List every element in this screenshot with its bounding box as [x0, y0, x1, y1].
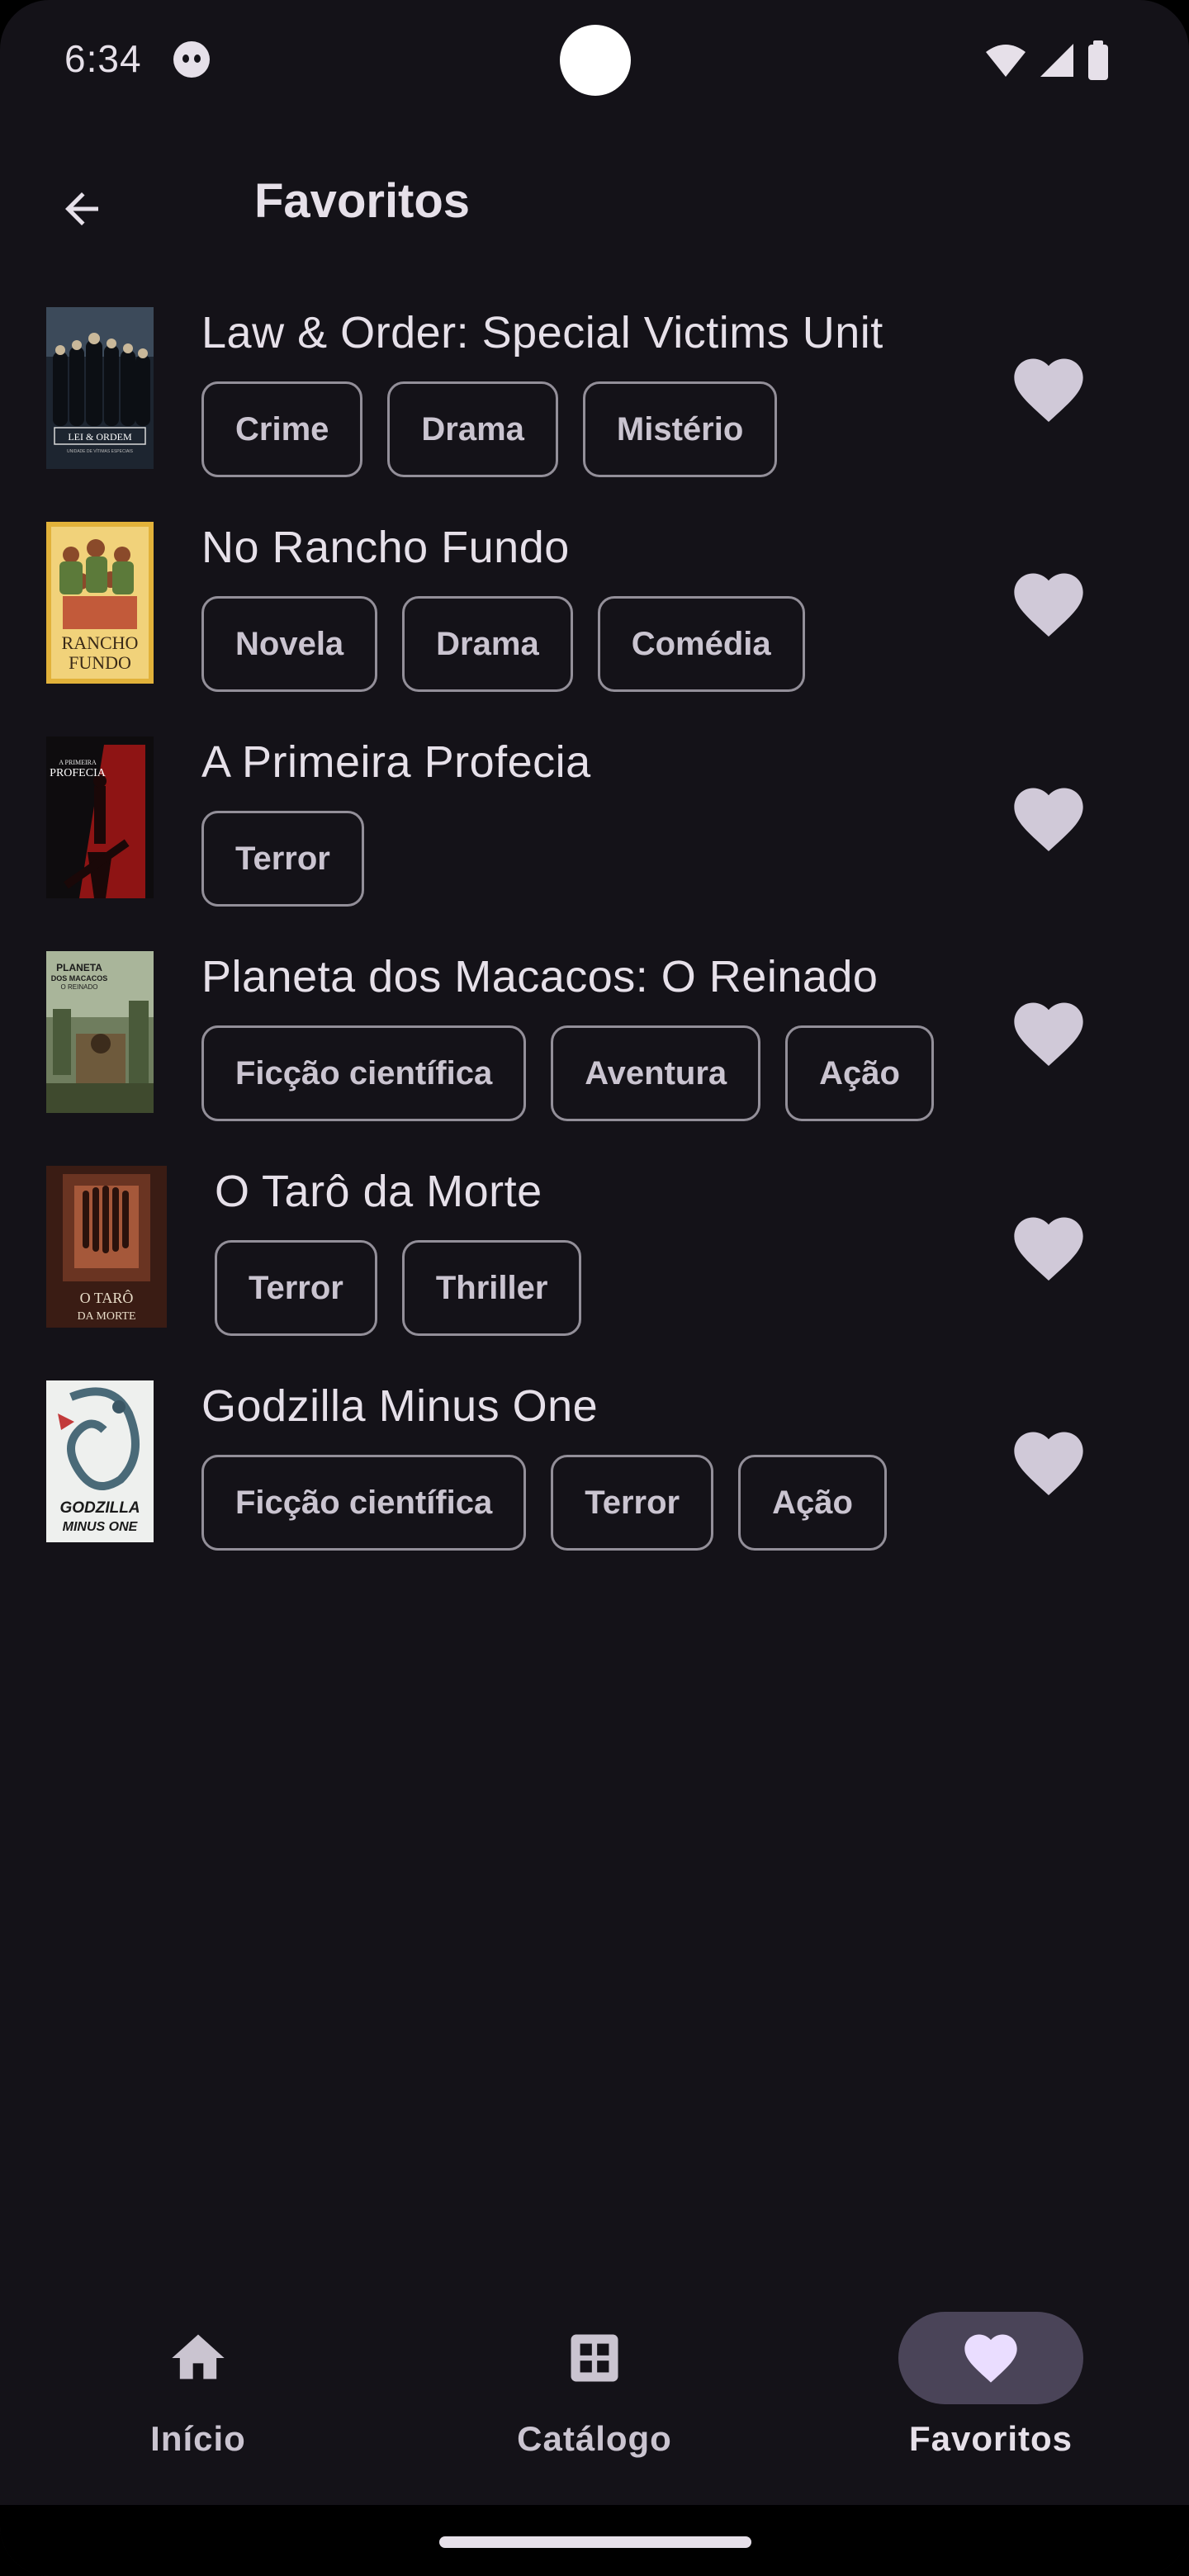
favorite-item-o-taro-da-morte[interactable]: O TARÔ DA MORTE O Tarô da Morte Terror T… — [0, 1158, 1189, 1372]
nav-item-catalogo[interactable]: Catálogo — [471, 2312, 718, 2493]
item-title: Law & Order: Special Victims Unit — [201, 308, 883, 358]
genre-chips: Crime Drama Mistério — [201, 381, 978, 477]
nav-label: Favoritos — [908, 2419, 1073, 2458]
genre-chip[interactable]: Ação — [785, 1025, 934, 1121]
poster-image: PLANETA DOS MACACOS O REINADO — [46, 951, 154, 1113]
camera-cutout — [560, 25, 631, 96]
genre-chip[interactable]: Terror — [215, 1240, 377, 1336]
favorite-toggle-button[interactable] — [999, 340, 1098, 439]
heart-icon — [1014, 1002, 1083, 1066]
home-gesture-handle[interactable] — [439, 2536, 751, 2548]
poster-image: GODZILLA MINUS ONE — [46, 1380, 154, 1542]
genre-chips: Novela Drama Comédia — [201, 596, 978, 692]
back-button[interactable] — [45, 172, 119, 246]
nav-label: Início — [150, 2419, 246, 2458]
top-app-bar: Favoritos — [0, 149, 1189, 256]
genre-chip[interactable]: Drama — [402, 596, 573, 692]
heart-icon — [1014, 573, 1083, 637]
genre-chips: Ficção científica Terror Ação — [201, 1455, 978, 1551]
heart-icon — [964, 2334, 1017, 2383]
home-icon — [172, 2334, 225, 2379]
svg-text:A PRIMEIRA: A PRIMEIRA — [59, 759, 97, 766]
favorite-toggle-button[interactable] — [999, 1199, 1098, 1298]
svg-text:DOS MACACOS: DOS MACACOS — [51, 974, 108, 983]
svg-text:PLANETA: PLANETA — [56, 962, 102, 973]
poster-image: A PRIMEIRA PROFECIA — [46, 736, 154, 898]
favorite-toggle-button[interactable] — [999, 984, 1098, 1083]
wifi-icon — [986, 45, 1026, 77]
nav-indicator — [106, 2312, 291, 2404]
status-icons — [984, 40, 1110, 81]
svg-text:LEI & ORDEM: LEI & ORDEM — [68, 431, 132, 443]
item-title: Planeta dos Macacos: O Reinado — [201, 952, 879, 1002]
genre-chip[interactable]: Terror — [201, 811, 364, 907]
svg-text:PROFECIA: PROFECIA — [50, 767, 107, 779]
cellular-signal-icon — [1040, 44, 1073, 77]
genre-chip[interactable]: Ficção científica — [201, 1455, 527, 1551]
heart-icon — [1014, 1432, 1083, 1495]
svg-text:GODZILLA: GODZILLA — [59, 1499, 140, 1517]
genre-chip[interactable]: Aventura — [551, 1025, 761, 1121]
bottom-navigation-bar: Início Catálogo Favoritos — [0, 2287, 1189, 2505]
svg-text:RANCHO: RANCHO — [62, 632, 139, 653]
svg-text:UNIDADE DE VÍTIMAS ESPECIAIS: UNIDADE DE VÍTIMAS ESPECIAIS — [67, 448, 134, 454]
heart-icon — [1014, 1217, 1083, 1281]
favorite-item-no-rancho-fundo[interactable]: RANCHO FUNDO No Rancho Fundo Novela Dram… — [0, 514, 1189, 728]
item-title: No Rancho Fundo — [201, 523, 570, 572]
genre-chip[interactable]: Mistério — [582, 381, 778, 477]
genre-chip[interactable]: Drama — [387, 381, 558, 477]
poster-image: LEI & ORDEM UNIDADE DE VÍTIMAS ESPECIAIS — [46, 307, 154, 469]
nav-item-inicio[interactable]: Início — [74, 2312, 322, 2493]
genre-chip[interactable]: Ficção científica — [201, 1025, 527, 1121]
genre-chips: Terror Thriller — [215, 1240, 991, 1336]
notification-app-icon — [173, 41, 210, 78]
favorites-screen: 6:34 Favoritos LEI & ORDEM UNIDADE DE VÍ… — [0, 0, 1189, 2576]
genre-chip[interactable]: Terror — [551, 1455, 714, 1551]
item-title: A Primeira Profecia — [201, 737, 591, 787]
poster-image: O TARÔ DA MORTE — [46, 1166, 167, 1328]
poster-image: RANCHO FUNDO — [46, 522, 154, 684]
grid-icon — [571, 2334, 618, 2382]
favorite-item-planeta-dos-macacos[interactable]: PLANETA DOS MACACOS O REINADO Planeta do… — [0, 943, 1189, 1158]
svg-text:O TARÔ: O TARÔ — [80, 1289, 134, 1306]
page-title: Favoritos — [254, 174, 471, 228]
genre-chip[interactable]: Thriller — [401, 1240, 582, 1336]
favorite-item-godzilla-minus-one[interactable]: GODZILLA MINUS ONE Godzilla Minus One Fi… — [0, 1372, 1189, 1587]
genre-chip[interactable]: Comédia — [597, 596, 805, 692]
nav-indicator-active — [898, 2312, 1083, 2404]
genre-chips: Terror — [201, 811, 978, 907]
nav-label: Catálogo — [517, 2419, 672, 2458]
item-title: O Tarô da Morte — [215, 1167, 542, 1216]
nav-item-favoritos[interactable]: Favoritos — [867, 2312, 1115, 2493]
favorite-toggle-button[interactable] — [999, 769, 1098, 869]
gesture-navigation-area — [0, 2505, 1189, 2576]
favorite-item-law-and-order[interactable]: LEI & ORDEM UNIDADE DE VÍTIMAS ESPECIAIS… — [0, 299, 1189, 514]
battery-icon — [1088, 40, 1108, 80]
svg-text:FUNDO: FUNDO — [69, 652, 131, 673]
status-time: 6:34 — [64, 37, 142, 80]
nav-indicator — [502, 2312, 687, 2404]
svg-text:O REINADO: O REINADO — [61, 983, 98, 991]
genre-chip[interactable]: Ação — [738, 1455, 887, 1551]
heart-icon — [1014, 358, 1083, 422]
favorite-toggle-button[interactable] — [999, 555, 1098, 654]
genre-chips: Ficção científica Aventura Ação — [201, 1025, 978, 1121]
genre-chip[interactable]: Novela — [201, 596, 378, 692]
favorite-item-a-primeira-profecia[interactable]: A PRIMEIRA PROFECIA A Primeira Profecia … — [0, 728, 1189, 943]
svg-text:DA MORTE: DA MORTE — [77, 1310, 135, 1323]
item-title: Godzilla Minus One — [201, 1381, 599, 1431]
genre-chip[interactable]: Crime — [201, 381, 363, 477]
favorite-toggle-button[interactable] — [999, 1413, 1098, 1513]
svg-text:MINUS ONE: MINUS ONE — [63, 1520, 139, 1534]
status-bar: 6:34 — [0, 0, 1189, 124]
arrow-back-icon — [65, 192, 98, 225]
heart-icon — [1014, 788, 1083, 851]
